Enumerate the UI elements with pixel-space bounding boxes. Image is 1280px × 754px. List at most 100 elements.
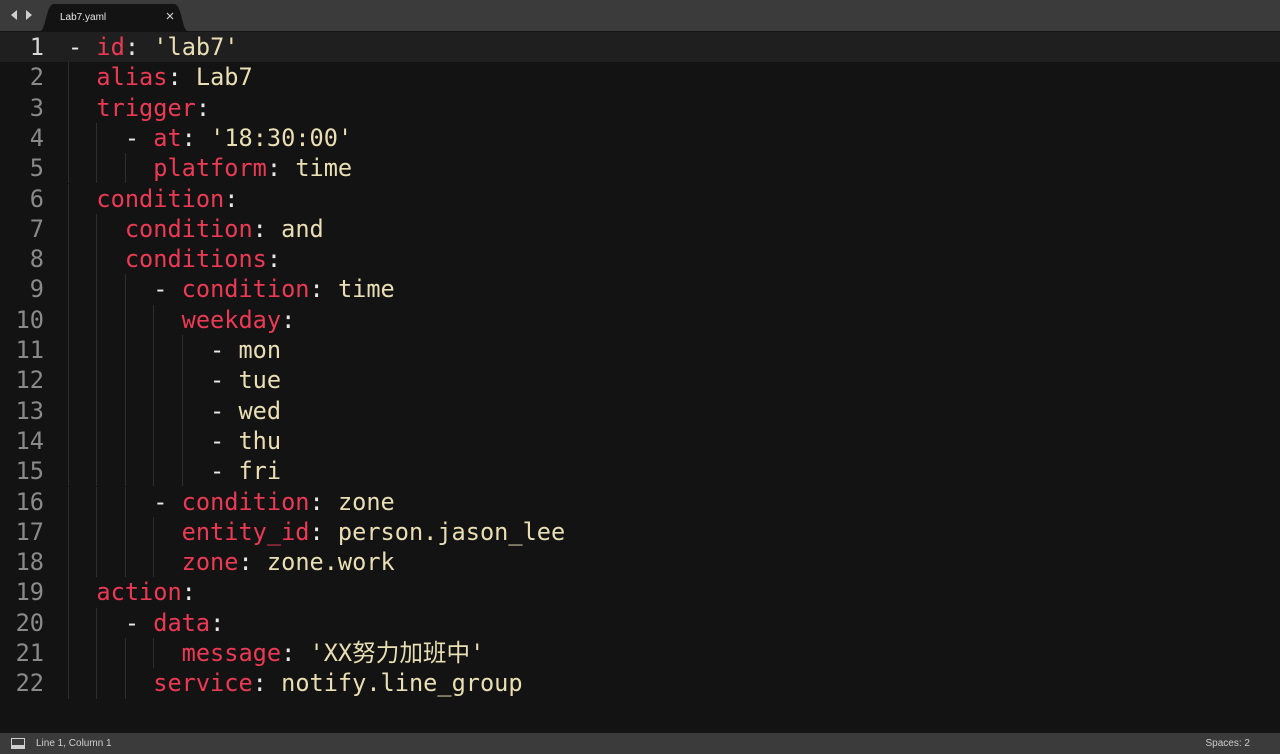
indent-guide bbox=[68, 425, 69, 457]
indent-guide bbox=[124, 365, 126, 396]
arrow-left-icon[interactable] bbox=[9, 9, 19, 21]
code-line[interactable]: 14 - thu bbox=[0, 426, 1280, 456]
indent-guide bbox=[96, 153, 98, 184]
panel-toggle-icon[interactable] bbox=[11, 738, 25, 749]
code-line[interactable]: 2 alias: Lab7 bbox=[0, 62, 1280, 92]
code-line[interactable]: 12 - tue bbox=[0, 365, 1280, 395]
tab-lab7-yaml[interactable]: Lab7.yaml bbox=[40, 4, 188, 31]
indent-guide bbox=[96, 304, 98, 335]
code-line[interactable]: 19 action: bbox=[0, 577, 1280, 607]
code-text: - condition: time bbox=[68, 274, 395, 304]
code-line[interactable]: 4 - at: '18:30:00' bbox=[0, 123, 1280, 153]
line-number: 10 bbox=[15, 305, 44, 334]
code-text: - mon bbox=[68, 335, 281, 365]
indent-guide bbox=[124, 335, 126, 366]
line-number: 6 bbox=[29, 184, 44, 213]
yaml-colon: : bbox=[266, 154, 282, 183]
yaml-colon: : bbox=[252, 669, 267, 698]
yaml-key: service bbox=[153, 669, 253, 698]
indent-guide bbox=[96, 607, 98, 638]
yaml-key: id bbox=[96, 33, 125, 61]
indent-guide bbox=[124, 304, 126, 335]
yaml-key: at bbox=[153, 123, 182, 152]
code-text: - wed bbox=[68, 396, 281, 426]
code-text: trigger: bbox=[68, 93, 210, 123]
yaml-key: trigger bbox=[96, 93, 196, 122]
line-number: 12 bbox=[15, 366, 44, 395]
yaml-key: condition bbox=[96, 184, 225, 213]
yaml-value: fri bbox=[238, 457, 282, 486]
indent-guide bbox=[68, 122, 69, 154]
code-text: platform: time bbox=[68, 153, 352, 183]
code-text: message: 'XX努力加班中' bbox=[68, 638, 485, 668]
indent-guide bbox=[124, 395, 126, 426]
code-line[interactable]: 21 message: 'XX努力加班中' bbox=[0, 638, 1280, 668]
arrow-right-icon[interactable] bbox=[24, 9, 34, 21]
code-line[interactable]: 18 zone: zone.work bbox=[0, 547, 1280, 577]
code-line[interactable]: 1- id: 'lab7' bbox=[0, 32, 1280, 62]
indentation-setting[interactable]: Spaces: 2 bbox=[1206, 738, 1250, 749]
yaml-key: alias bbox=[96, 63, 168, 92]
code-line[interactable]: 6 condition: bbox=[0, 184, 1280, 214]
indent-guide bbox=[68, 547, 69, 578]
yaml-value: mon bbox=[238, 336, 282, 364]
line-number: 20 bbox=[15, 608, 44, 637]
code-text: service: notify.line_group bbox=[68, 668, 522, 698]
close-icon[interactable] bbox=[164, 10, 176, 22]
code-line[interactable]: 20 - data: bbox=[0, 608, 1280, 638]
list-dash: - bbox=[210, 366, 239, 395]
code-line[interactable]: 22 service: notify.line_group bbox=[0, 668, 1280, 698]
code-text: condition: and bbox=[68, 214, 324, 244]
code-line[interactable]: 3 trigger: bbox=[0, 93, 1280, 123]
indent-guide bbox=[124, 274, 126, 305]
line-number: 11 bbox=[15, 336, 44, 364]
indent-guide bbox=[68, 577, 69, 608]
line-number: 5 bbox=[29, 154, 44, 183]
code-line[interactable]: 7 condition: and bbox=[0, 214, 1280, 244]
code-line[interactable]: 9 - condition: time bbox=[0, 274, 1280, 304]
yaml-key: platform bbox=[153, 154, 267, 183]
yaml-key: condition bbox=[181, 487, 310, 516]
indent-guide bbox=[153, 304, 155, 335]
indent-guide bbox=[96, 335, 98, 366]
code-line[interactable]: 15 - fri bbox=[0, 456, 1280, 486]
indent-guide bbox=[68, 183, 69, 214]
code-editor[interactable]: 1- id: 'lab7' 2 alias: Lab7 3 trigger: 4 - … bbox=[0, 31, 1280, 733]
indent-guide bbox=[181, 425, 183, 457]
indent-guide bbox=[68, 395, 69, 426]
yaml-value: person.jason_lee bbox=[337, 517, 566, 546]
indent-guide bbox=[153, 638, 155, 669]
line-number: 18 bbox=[15, 548, 44, 577]
code-text: entity_id: person.jason_lee bbox=[68, 517, 566, 547]
cursor-position[interactable]: Line 1, Column 1 bbox=[36, 738, 112, 749]
code-line[interactable]: 16 - condition: zone bbox=[0, 487, 1280, 517]
code-line[interactable]: 13 - wed bbox=[0, 396, 1280, 426]
indent-guide bbox=[153, 335, 155, 366]
tab-title: Lab7.yaml bbox=[60, 12, 107, 23]
yaml-colon: : bbox=[167, 63, 182, 92]
code-text: - fri bbox=[68, 456, 281, 486]
yaml-key: data bbox=[153, 608, 211, 637]
indent-guide bbox=[68, 456, 69, 487]
code-line[interactable]: 11 - mon bbox=[0, 335, 1280, 365]
code-line[interactable]: 17 entity_id: person.jason_lee bbox=[0, 517, 1280, 547]
indent-guide bbox=[96, 365, 98, 396]
line-number: 21 bbox=[15, 639, 44, 667]
code-line[interactable]: 8 conditions: bbox=[0, 244, 1280, 274]
indent-guide bbox=[68, 62, 69, 93]
code-text: alias: Lab7 bbox=[68, 62, 252, 92]
code-line[interactable]: 10 weekday: bbox=[0, 305, 1280, 335]
list-dash: - bbox=[124, 608, 154, 637]
indent-guide bbox=[68, 244, 69, 275]
yaml-value: and bbox=[281, 214, 324, 243]
code-line[interactable]: 5 platform: time bbox=[0, 153, 1280, 183]
indent-guide bbox=[96, 244, 98, 275]
